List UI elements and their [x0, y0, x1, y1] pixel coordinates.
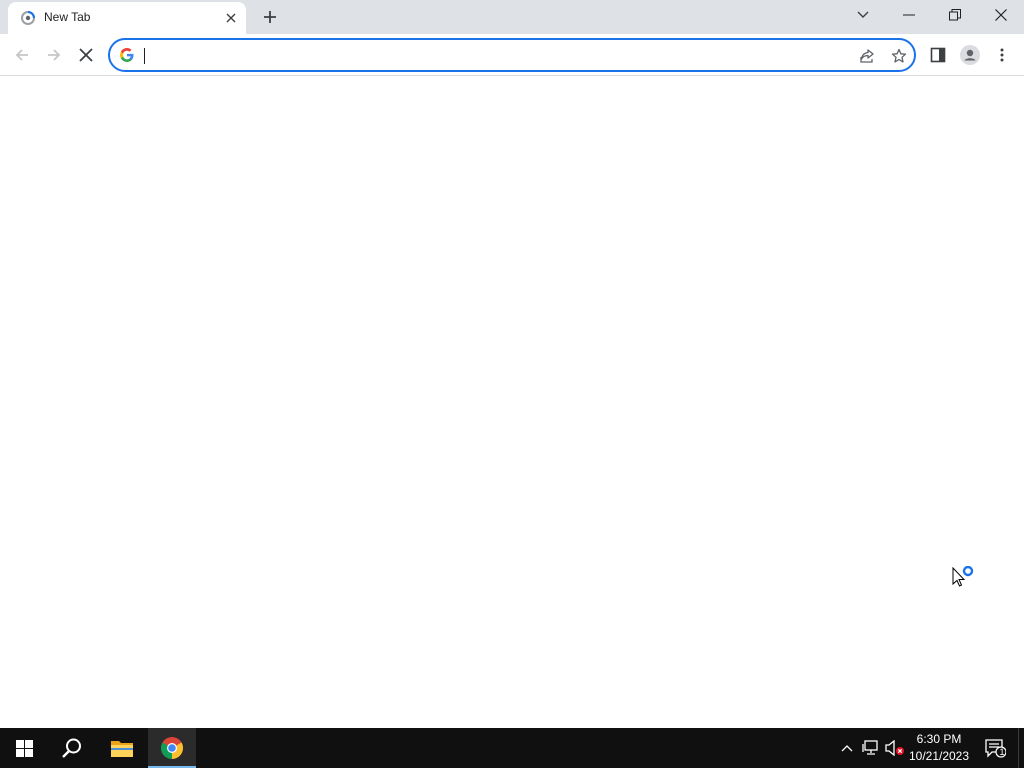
tab-new-tab[interactable]: New Tab: [8, 2, 246, 34]
google-g-icon: [119, 47, 135, 63]
speaker-muted-icon[interactable]: [885, 738, 905, 758]
restore-icon[interactable]: [932, 0, 978, 30]
forward-arrow-icon[interactable]: [40, 41, 68, 69]
stop-loading-icon[interactable]: [72, 41, 100, 69]
busy-cursor-icon: [952, 565, 978, 592]
tab-close-icon[interactable]: [222, 9, 240, 27]
show-desktop-button[interactable]: [1018, 728, 1024, 768]
omnibox-input[interactable]: [142, 44, 842, 66]
search-icon[interactable]: [48, 728, 96, 768]
close-icon[interactable]: [978, 0, 1024, 30]
profile-icon[interactable]: [956, 41, 984, 69]
back-arrow-icon[interactable]: [8, 41, 36, 69]
title-bar: New Tab: [0, 0, 1024, 34]
loading-spinner-icon: [20, 10, 36, 26]
windows-start-icon[interactable]: [0, 728, 48, 768]
action-center-icon[interactable]: 1: [978, 728, 1012, 768]
chevron-up-icon[interactable]: [837, 738, 857, 758]
address-bar[interactable]: [108, 38, 916, 72]
side-panel-icon[interactable]: [924, 41, 952, 69]
share-icon[interactable]: [856, 45, 878, 67]
menu-kebab-icon[interactable]: [988, 41, 1016, 69]
clock-time: 6:30 PM: [916, 732, 962, 746]
text-caret: [144, 48, 145, 64]
system-clock[interactable]: 6:30 PM 10/21/2023: [906, 731, 972, 765]
tab-title: New Tab: [44, 10, 91, 24]
tab-search-icon[interactable]: [840, 0, 886, 30]
bookmark-star-icon[interactable]: [888, 45, 910, 67]
plus-icon[interactable]: [258, 5, 282, 29]
taskbar: 6:30 PM 10/21/2023 1: [0, 728, 1024, 768]
network-icon[interactable]: [861, 738, 881, 758]
page-content: [0, 77, 1024, 728]
minimize-icon[interactable]: [886, 0, 932, 30]
clock-date: 10/21/2023: [908, 749, 970, 763]
chrome-icon[interactable]: [148, 728, 196, 768]
browser-toolbar: [0, 34, 1024, 76]
notification-count: 1: [999, 747, 1005, 757]
file-explorer-icon[interactable]: [98, 728, 146, 768]
